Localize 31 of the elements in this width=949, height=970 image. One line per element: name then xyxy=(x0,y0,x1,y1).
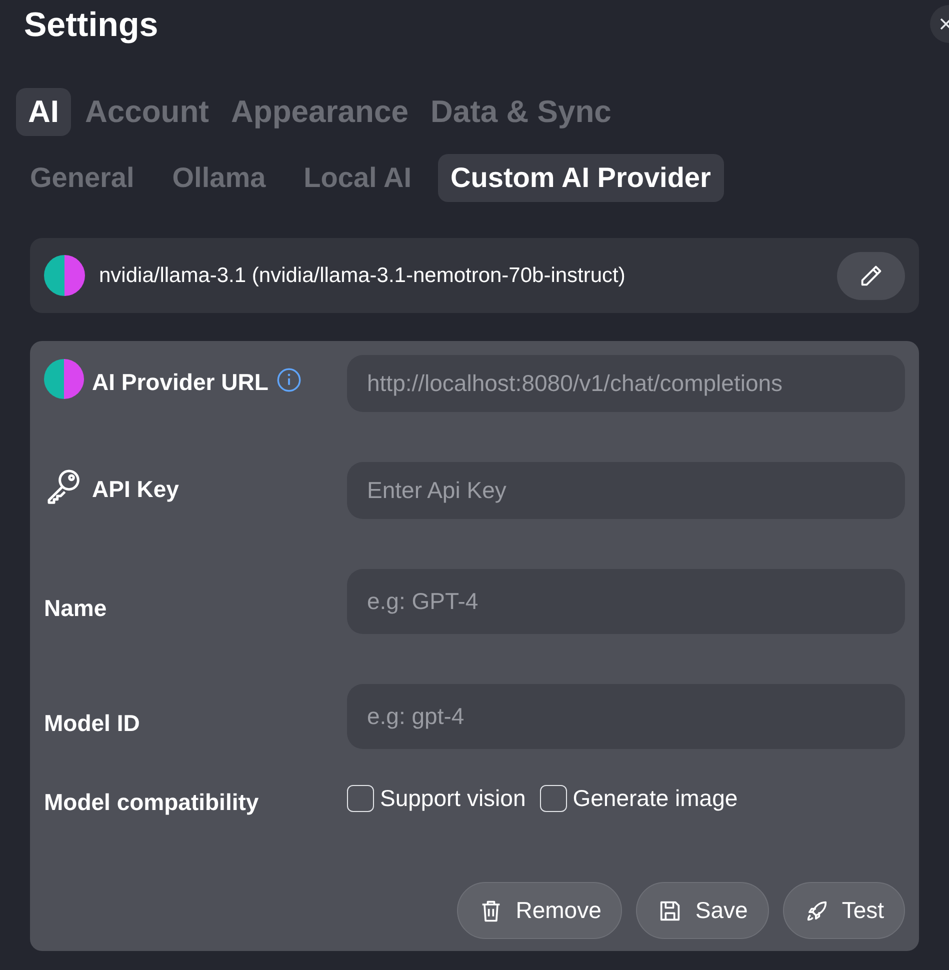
brain-icon xyxy=(44,359,84,399)
tab[interactable]: Account xyxy=(77,88,217,136)
window-title: Settings xyxy=(24,5,158,46)
tab[interactable]: Appearance xyxy=(223,88,416,136)
input-field[interactable]: e.g: GPT-4 xyxy=(347,569,905,634)
close-icon xyxy=(940,18,949,30)
brain-icon xyxy=(44,255,85,296)
checkbox[interactable] xyxy=(540,784,567,812)
checkbox-label: Generate image xyxy=(572,784,738,813)
tab[interactable]: AI xyxy=(16,88,71,136)
action-button[interactable]: Remove xyxy=(456,882,622,939)
checkbox-label: Support vision xyxy=(380,784,526,813)
field-label: AI Provider URL xyxy=(92,368,268,397)
info-icon[interactable] xyxy=(276,367,302,393)
field-label: Name xyxy=(44,594,107,623)
subtab[interactable]: Ollama xyxy=(160,154,278,202)
subtab[interactable]: General xyxy=(18,154,146,202)
subtab[interactable]: Local AI xyxy=(292,154,424,202)
edit-button[interactable] xyxy=(837,252,905,300)
action-button[interactable]: Test xyxy=(782,882,905,939)
tab[interactable]: Data & Sync xyxy=(422,88,620,136)
action-button[interactable]: Save xyxy=(636,882,769,939)
checkbox[interactable] xyxy=(347,784,374,812)
field-label: Model ID xyxy=(44,709,140,738)
input-field[interactable]: e.g: gpt-4 xyxy=(347,684,905,749)
input-field[interactable]: Enter Api Key xyxy=(347,462,905,519)
field-label: API Key xyxy=(92,475,179,504)
compatibility-label: Model compatibility xyxy=(44,788,260,817)
subtab[interactable]: Custom AI Provider xyxy=(438,154,724,202)
model-name: nvidia/llama-3.1 (nvidia/llama-3.1-nemotron-70b-instruct) xyxy=(99,262,626,289)
input-field[interactable]: http://localhost:8080/v1/chat/completions xyxy=(347,355,905,412)
